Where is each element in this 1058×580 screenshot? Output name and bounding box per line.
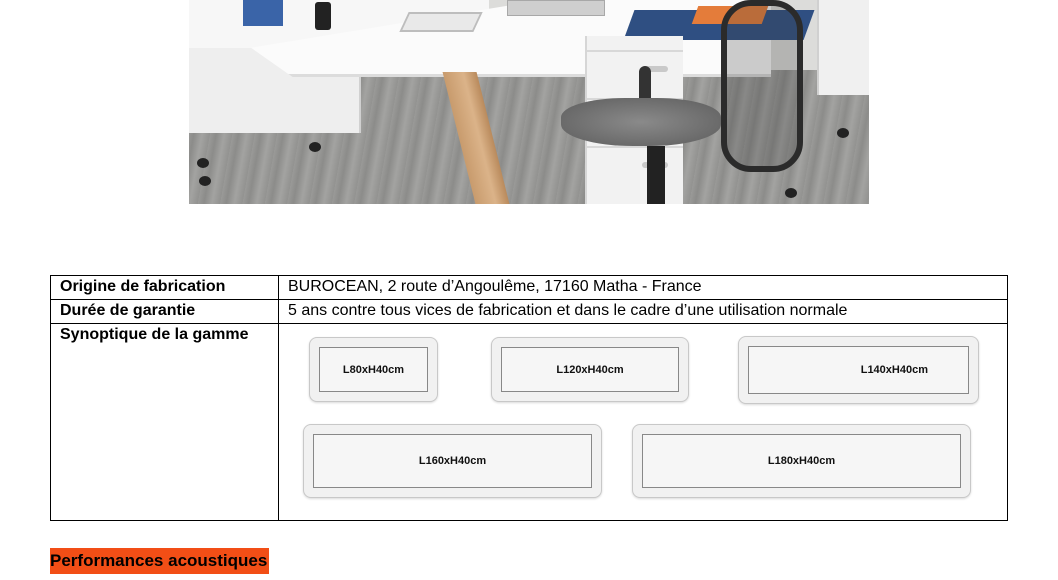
desk-size-inner: L160xH40cm bbox=[313, 434, 592, 488]
desk-size-box: L80xH40cm bbox=[309, 337, 438, 402]
desk-size-box: L120xH40cm bbox=[491, 337, 689, 402]
row-value-origin: BUROCEAN, 2 route d’Angoulême, 17160 Mat… bbox=[278, 275, 1008, 300]
table-row: Synoptique de la gamme L80xH40cm L120xH4… bbox=[50, 323, 1008, 521]
desk-size-inner: L80xH40cm bbox=[319, 347, 428, 392]
product-photo bbox=[189, 0, 869, 204]
desk-size-inner: L180xH40cm bbox=[642, 434, 961, 488]
table-row: Origine de fabrication BUROCEAN, 2 route… bbox=[50, 275, 1008, 300]
row-label-warranty: Durée de garantie bbox=[50, 299, 279, 324]
desk-size-box: L180xH40cm bbox=[632, 424, 971, 498]
desk-size-label: L140xH40cm bbox=[860, 364, 928, 376]
desk-size-box: L140xH40cm bbox=[738, 336, 979, 404]
photo-chair-seat bbox=[561, 98, 721, 146]
desk-size-inner: L120xH40cm bbox=[501, 347, 679, 392]
synoptic-diagram: L80xH40cm L120xH40cm L140xH40cm L160xH40… bbox=[279, 324, 999, 520]
photo-caster bbox=[837, 128, 849, 138]
desk-size-label: L180xH40cm bbox=[767, 455, 836, 467]
photo-tablet bbox=[399, 12, 483, 32]
photo-caster bbox=[199, 176, 211, 186]
photo-drawer bbox=[587, 50, 683, 100]
photo-caster bbox=[785, 188, 797, 198]
spec-table: Origine de fabrication BUROCEAN, 2 route… bbox=[50, 275, 1008, 521]
desk-size-box: L160xH40cm bbox=[303, 424, 602, 498]
desk-size-inner: L140xH40cm bbox=[748, 346, 969, 394]
photo-laptop bbox=[507, 0, 605, 16]
table-row: Durée de garantie 5 ans contre tous vice… bbox=[50, 299, 1008, 324]
document-page: Origine de fabrication BUROCEAN, 2 route… bbox=[0, 0, 1058, 580]
photo-caster bbox=[197, 158, 209, 168]
photo-drawer bbox=[587, 146, 683, 196]
photo-caster bbox=[309, 142, 321, 152]
photo-phone bbox=[315, 2, 331, 30]
row-label-origin: Origine de fabrication bbox=[50, 275, 279, 300]
photo-pedestal-right bbox=[817, 0, 869, 95]
photo-screen-panel bbox=[243, 0, 283, 26]
photo-desk-leg bbox=[442, 72, 510, 204]
row-value-synoptic: L80xH40cm L120xH40cm L140xH40cm L160xH40… bbox=[278, 323, 1008, 521]
section-title-acoustic: Performances acoustiques bbox=[50, 548, 270, 574]
desk-size-label: L80xH40cm bbox=[342, 363, 405, 376]
row-label-synoptic: Synoptique de la gamme bbox=[50, 323, 279, 521]
desk-size-label: L120xH40cm bbox=[556, 363, 624, 376]
desk-size-label: L160xH40cm bbox=[418, 455, 487, 467]
row-value-warranty: 5 ans contre tous vices de fabrication e… bbox=[278, 299, 1008, 324]
photo-chair-back bbox=[721, 0, 803, 172]
photo-chair-post bbox=[647, 146, 665, 204]
